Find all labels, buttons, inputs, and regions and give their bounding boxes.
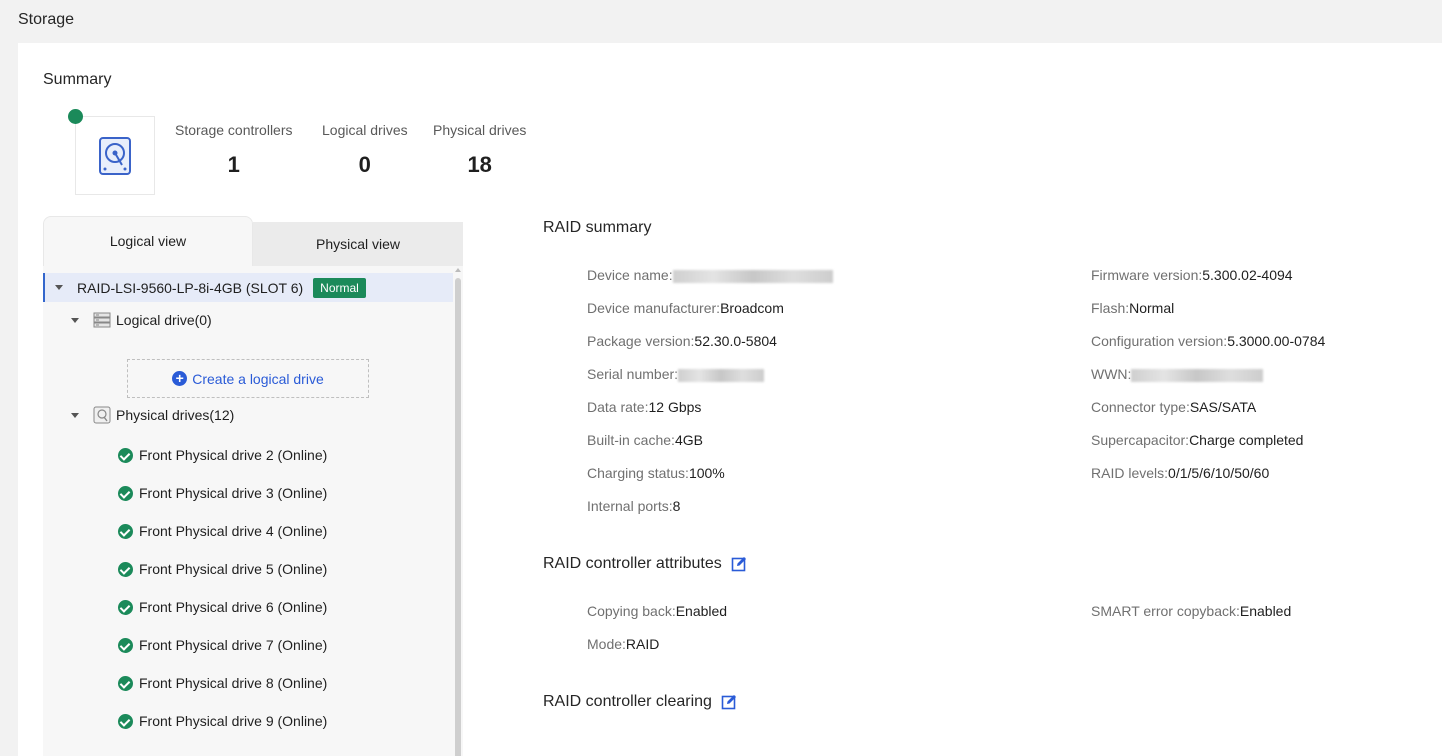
storage-panel: Summary Storage controllers 1 Logical dr…	[18, 43, 1442, 756]
data-rate-field: Data rate:12 Gbps	[587, 399, 702, 415]
raid-clearing-section: RAID controller clearing	[543, 693, 737, 711]
check-circle-icon	[118, 523, 133, 539]
tree-scrollbar[interactable]	[455, 278, 461, 756]
tree-item-physical-drive[interactable]: Front Physical drive 6 (Online)	[118, 596, 327, 618]
status-dot	[68, 109, 83, 124]
plus-circle-icon: +	[172, 371, 188, 386]
device-manufacturer-field: Device manufacturer:Broadcom	[587, 300, 784, 316]
summary-title: Summary	[43, 71, 112, 88]
physical-drive-group-label: Physical drives(12)	[116, 407, 235, 423]
serial-number-field: Serial number:	[587, 366, 765, 382]
built-in-cache-field: Built-in cache:4GB	[587, 432, 703, 448]
charging-status-field: Charging status:100%	[587, 465, 725, 481]
tree-node-physical-drives[interactable]: Physical drives(12)	[71, 404, 234, 426]
check-circle-icon	[118, 561, 133, 577]
raid-clearing-title: RAID controller clearing	[543, 693, 712, 710]
connector-type-field: Connector type:SAS/SATA	[1091, 399, 1257, 415]
redacted-value	[672, 269, 833, 283]
hard-drive-icon	[98, 136, 132, 181]
tree-item-physical-drive[interactable]: Front Physical drive 8 (Online)	[118, 672, 327, 694]
chevron-down-icon[interactable]	[71, 317, 79, 323]
status-badge: Normal	[313, 277, 366, 298]
logical-drive-group-label: Logical drive(0)	[116, 312, 212, 328]
tree-item-physical-drive[interactable]: Front Physical drive 2 (Online)	[118, 444, 327, 466]
chevron-down-icon[interactable]	[71, 412, 79, 418]
disk-search-icon	[93, 406, 111, 424]
redacted-value	[1131, 368, 1264, 382]
supercapacitor-field: Supercapacitor:Charge completed	[1091, 432, 1304, 448]
wwn-field: WWN:	[1091, 366, 1264, 382]
tree-node-logical-drives[interactable]: Logical drive(0)	[71, 309, 212, 331]
package-version-field: Package version:52.30.0-5804	[587, 333, 777, 349]
chevron-down-icon[interactable]	[55, 285, 63, 290]
view-tabs: Logical view Physical view	[43, 216, 463, 266]
check-circle-icon	[118, 485, 133, 501]
raid-attributes-section: RAID controller attributes	[543, 555, 747, 573]
controller-label: RAID-LSI-9560-LP-8i-4GB (SLOT 6)	[77, 279, 304, 296]
tree-item-physical-drive[interactable]: Front Physical drive 9 (Online)	[118, 710, 327, 732]
raid-attributes-title: RAID controller attributes	[543, 555, 722, 572]
tab-physical-view[interactable]: Physical view	[253, 222, 463, 266]
scroll-up-arrow[interactable]	[455, 268, 461, 272]
configuration-version-field: Configuration version:5.3000.00-0784	[1091, 333, 1326, 349]
stat-storage-controllers: Storage controllers 1	[175, 122, 293, 177]
page-title: Storage	[18, 11, 75, 28]
check-circle-icon	[118, 599, 133, 615]
mode-field: Mode:RAID	[587, 636, 660, 652]
storage-tree: RAID-LSI-9560-LP-8i-4GB (SLOT 6) Normal …	[43, 266, 463, 756]
stat-logical-drives: Logical drives 0	[322, 122, 408, 177]
create-logical-drive-label: Create a logical drive	[192, 370, 324, 387]
internal-ports-field: Internal ports:8	[587, 498, 681, 514]
raid-summary-title: RAID summary	[543, 219, 652, 236]
server-icon	[93, 312, 111, 328]
flash-field: Flash:Normal	[1091, 300, 1175, 316]
stat-physical-drives: Physical drives 18	[433, 122, 527, 177]
tree-item-physical-drive[interactable]: Front Physical drive 3 (Online)	[118, 482, 327, 504]
tree-item-physical-drive[interactable]: Front Physical drive 7 (Online)	[118, 634, 327, 656]
check-circle-icon	[118, 637, 133, 653]
raid-levels-field: RAID levels:0/1/5/6/10/50/60	[1091, 465, 1270, 481]
tree-node-controller[interactable]: RAID-LSI-9560-LP-8i-4GB (SLOT 6) Normal	[43, 273, 453, 302]
tab-logical-view[interactable]: Logical view	[43, 216, 253, 266]
edit-icon[interactable]	[731, 556, 747, 572]
redacted-value	[678, 368, 765, 382]
smart-error-copyback-field: SMART error copyback:Enabled	[1091, 603, 1292, 619]
check-circle-icon	[118, 675, 133, 691]
create-logical-drive-button[interactable]: + Create a logical drive	[127, 359, 369, 398]
check-circle-icon	[118, 447, 133, 463]
device-name-field: Device name:	[587, 267, 833, 283]
check-circle-icon	[118, 713, 133, 729]
edit-icon[interactable]	[721, 694, 737, 710]
tree-item-physical-drive[interactable]: Front Physical drive 5 (Online)	[118, 558, 327, 580]
firmware-version-field: Firmware version:5.300.02-4094	[1091, 267, 1293, 283]
tree-item-physical-drive[interactable]: Front Physical drive 4 (Online)	[118, 520, 327, 542]
copying-back-field: Copying back:Enabled	[587, 603, 728, 619]
